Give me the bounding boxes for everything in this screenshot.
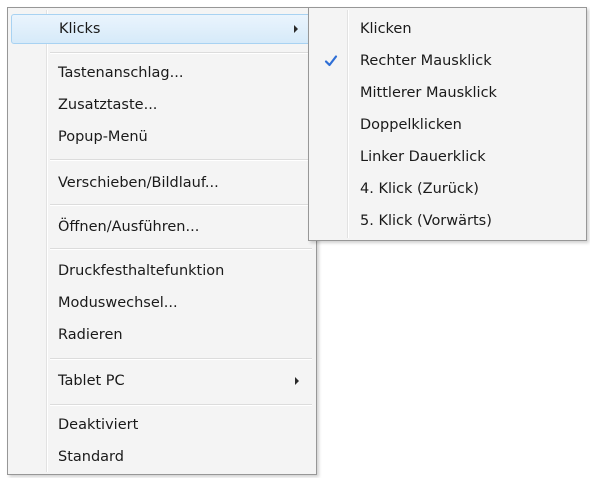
submenu-item-linker-dauerklick[interactable]: Linker Dauerklick [312, 142, 583, 172]
menu-item-verschieben-bildlauf[interactable]: Verschieben/Bildlauf... [11, 168, 313, 198]
menu-item-zusatztaste[interactable]: Zusatztaste... [11, 90, 313, 120]
menu-item-label: Popup-Menü [58, 129, 148, 145]
menu-item-label: Linker Dauerklick [360, 149, 486, 165]
menu-separator [50, 248, 312, 250]
chevron-right-icon [294, 25, 298, 33]
menu-item-popup-menu[interactable]: Popup-Menü [11, 122, 313, 152]
menu-separator [50, 52, 312, 54]
submenu-item-doppelklicken[interactable]: Doppelklicken [312, 110, 583, 140]
klicks-submenu: Klicken Rechter Mausklick Mittlerer Maus… [308, 7, 587, 241]
menu-item-tablet-pc[interactable]: Tablet PC [11, 366, 313, 396]
menu-item-label: Standard [58, 449, 124, 465]
menu-separator [50, 159, 312, 161]
menu-item-oeffnen-ausfuehren[interactable]: Öffnen/Ausführen... [11, 212, 313, 242]
menu-item-radieren[interactable]: Radieren [11, 320, 313, 350]
menu-item-moduswechsel[interactable]: Moduswechsel... [11, 288, 313, 318]
menu-separator [50, 404, 312, 406]
menu-item-label: 4. Klick (Zurück) [360, 181, 479, 197]
menu-item-label: Zusatztaste... [58, 97, 158, 113]
menu-item-label: Radieren [58, 327, 123, 343]
checkmark-icon [324, 55, 338, 67]
menu-item-label: Tastenanschlag... [58, 65, 184, 81]
menu-item-standard[interactable]: Standard [11, 442, 313, 472]
submenu-item-5-klick-vorwaerts[interactable]: 5. Klick (Vorwärts) [312, 206, 583, 236]
menu-item-label: Mittlerer Mausklick [360, 85, 497, 101]
menu-item-label: Druckfesthaltefunktion [58, 263, 225, 279]
menu-item-klicks[interactable]: Klicks [11, 14, 313, 44]
menu-item-label: 5. Klick (Vorwärts) [360, 213, 492, 229]
menu-separator [50, 204, 312, 206]
submenu-item-klicken[interactable]: Klicken [312, 14, 583, 44]
context-menu: Klicks Tastenanschlag... Zusatztaste... … [7, 7, 317, 475]
menu-separator [50, 358, 312, 360]
chevron-right-icon [295, 377, 299, 385]
menu-item-label: Moduswechsel... [58, 295, 178, 311]
menu-item-label: Öffnen/Ausführen... [58, 219, 200, 235]
submenu-item-rechter-mausklick[interactable]: Rechter Mausklick [312, 46, 583, 76]
menu-item-druckfesthaltefunktion[interactable]: Druckfesthaltefunktion [11, 256, 313, 286]
menu-item-label: Rechter Mausklick [360, 53, 492, 69]
menu-item-label: Doppelklicken [360, 117, 462, 133]
submenu-item-4-klick-zurueck[interactable]: 4. Klick (Zurück) [312, 174, 583, 204]
menu-item-label: Deaktiviert [58, 417, 139, 433]
menu-item-label: Tablet PC [58, 373, 125, 389]
menu-item-tastenanschlag[interactable]: Tastenanschlag... [11, 58, 313, 88]
menu-item-label: Klicks [59, 21, 101, 37]
submenu-item-mittlerer-mausklick[interactable]: Mittlerer Mausklick [312, 78, 583, 108]
menu-item-label: Verschieben/Bildlauf... [58, 175, 219, 191]
menu-item-deaktiviert[interactable]: Deaktiviert [11, 410, 313, 440]
menu-item-label: Klicken [360, 21, 412, 37]
